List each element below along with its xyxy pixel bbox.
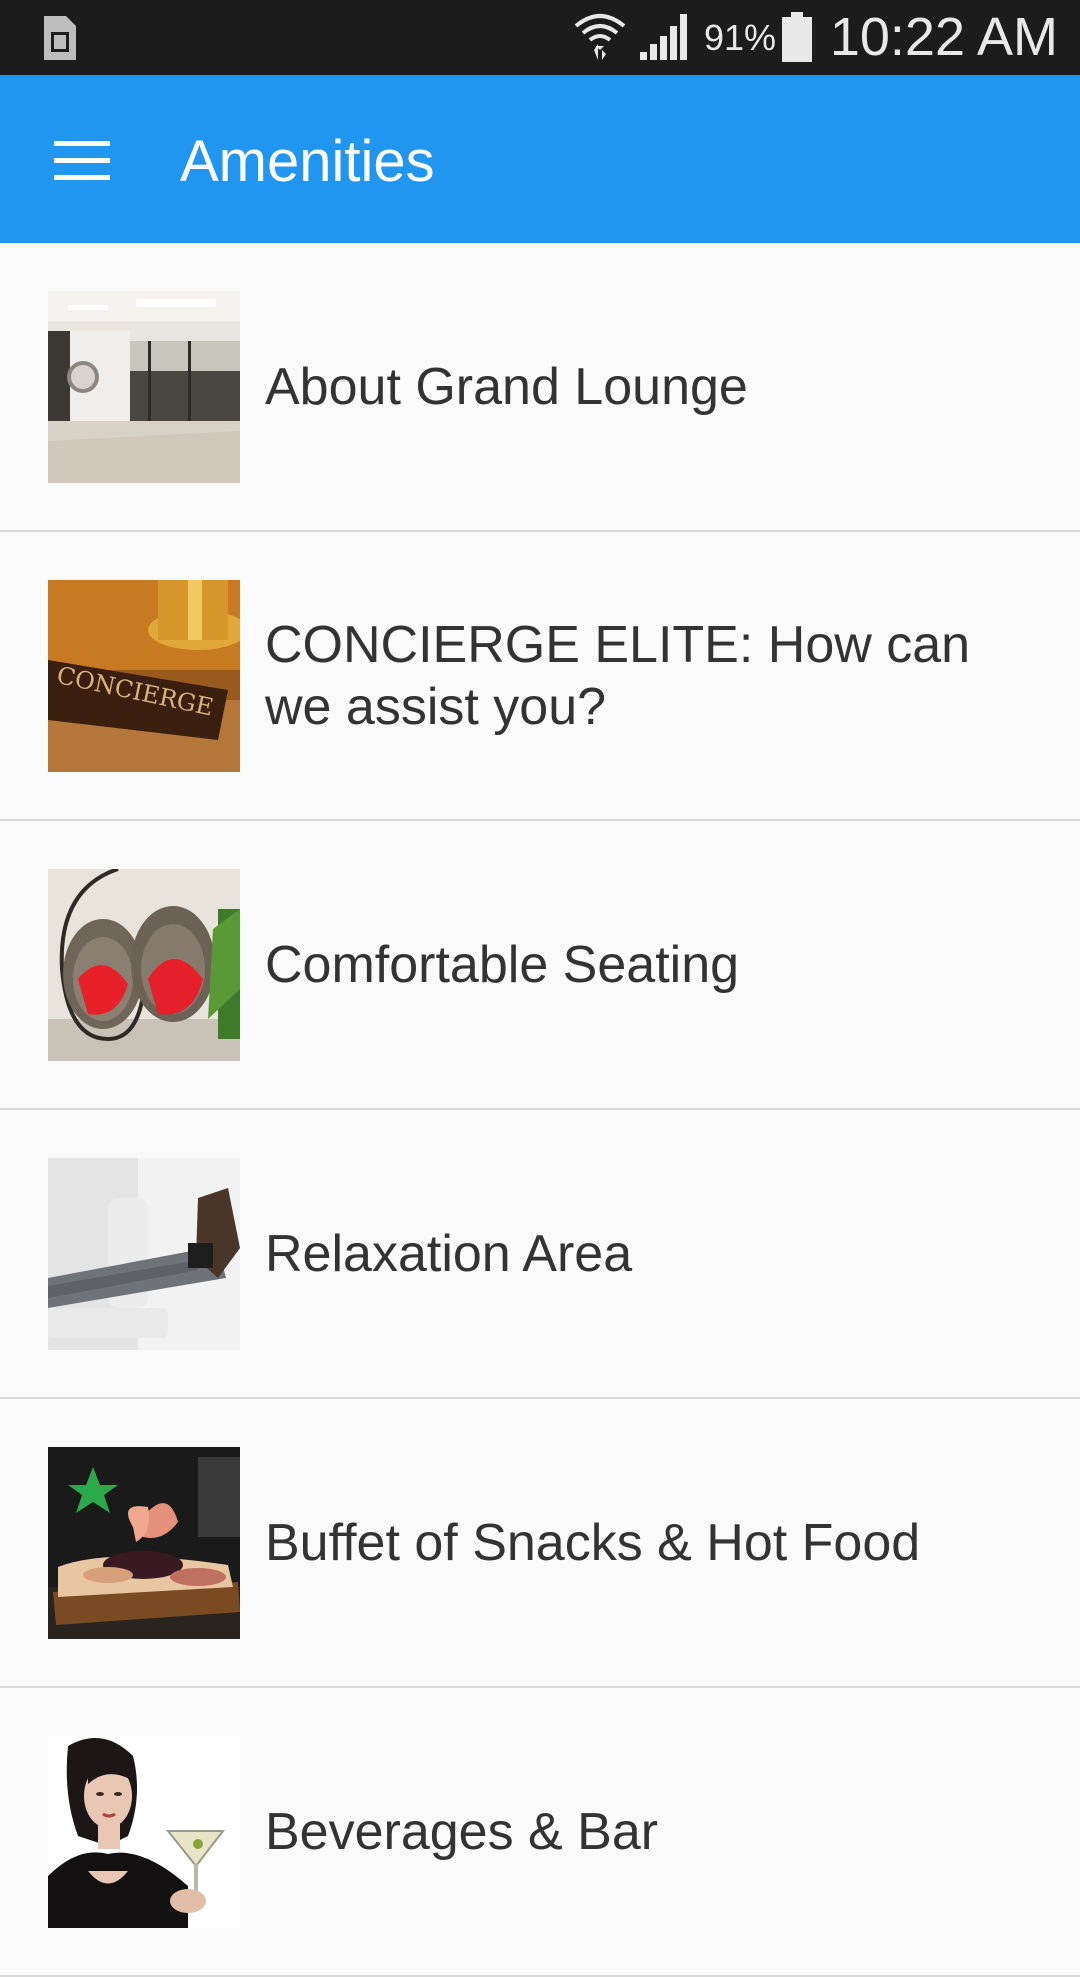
item-label: Relaxation Area	[265, 1224, 633, 1283]
app-bar: Amenities	[0, 75, 1080, 243]
item-label: Comfortable Seating	[265, 935, 740, 994]
item-label: Beverages & Bar	[265, 1802, 659, 1861]
list-item-concierge-elite[interactable]: CONCIERGE CONCIERGE ELITE: How can we as…	[0, 532, 1080, 821]
item-label: Buffet of Snacks & Hot Food	[265, 1513, 921, 1572]
page-title: Amenities	[180, 129, 435, 194]
list-item-relaxation-area[interactable]: Relaxation Area	[0, 1110, 1080, 1399]
hamburger-menu-icon	[54, 141, 110, 180]
buffet-platter-photo	[48, 1447, 240, 1639]
battery-icon	[782, 12, 812, 62]
item-label: About Grand Lounge	[265, 357, 748, 416]
battery-percentage: 91%	[704, 17, 777, 58]
item-label: CONCIERGE ELITE: How can we assist you?	[265, 615, 971, 736]
reclined-legs-photo	[48, 1158, 240, 1350]
wifi-icon	[574, 14, 626, 60]
hanging-egg-chairs-photo	[48, 869, 240, 1061]
sim-card-icon	[44, 16, 76, 60]
list-item-about-grand-lounge[interactable]: About Grand Lounge	[0, 243, 1080, 532]
cell-signal-icon	[640, 14, 687, 60]
lounge-lobby-photo	[48, 291, 240, 483]
list-item-buffet[interactable]: Buffet of Snacks & Hot Food	[0, 1399, 1080, 1688]
status-bar: 91% 10:22 AM	[0, 0, 1080, 75]
list-item-comfortable-seating[interactable]: Comfortable Seating	[0, 821, 1080, 1110]
list-item-beverages-bar[interactable]: Beverages & Bar	[0, 1688, 1080, 1977]
concierge-desk-sign-photo: CONCIERGE	[48, 580, 240, 772]
hamburger-menu-button[interactable]	[40, 117, 128, 205]
woman-with-martini-photo	[48, 1736, 240, 1928]
amenities-list: About Grand Lounge CONCIERGE CONCIERGE E…	[0, 243, 1080, 1977]
status-clock: 10:22 AM	[829, 7, 1058, 67]
